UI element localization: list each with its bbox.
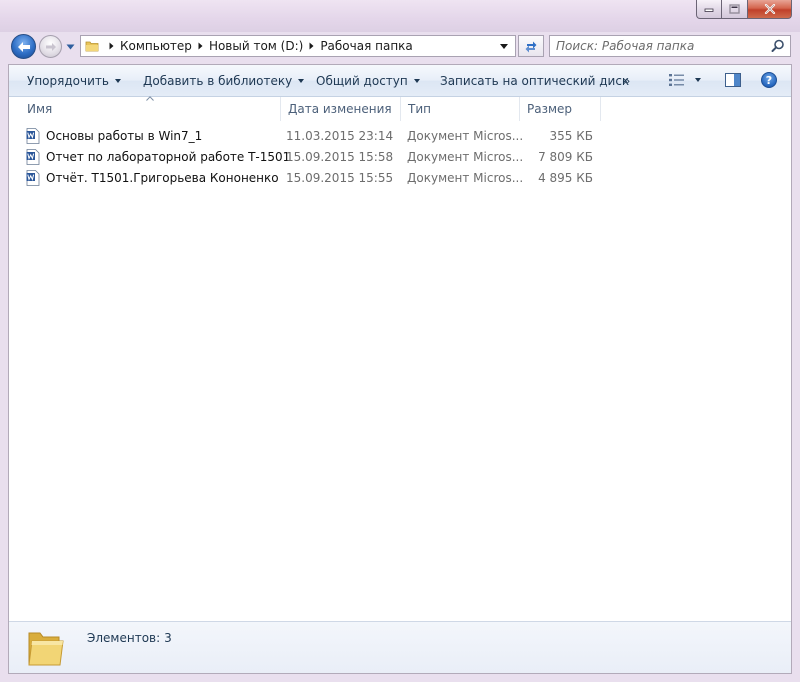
organize-menu[interactable]: Упорядочить xyxy=(27,65,121,96)
file-date: 11.03.2015 23:14 xyxy=(286,129,394,143)
share-label: Общий доступ xyxy=(316,73,408,88)
forward-button[interactable] xyxy=(39,35,62,58)
file-name: Отчёт. Т1501.Григорьева Кононенко xyxy=(46,171,279,185)
burn-label: Записать на оптический диск xyxy=(440,73,630,88)
file-type: Документ Micros... xyxy=(407,129,524,143)
breadcrumb-computer[interactable]: Компьютер xyxy=(120,39,192,53)
breadcrumb-current-folder[interactable]: Рабочая папка xyxy=(320,39,412,53)
view-options-icon[interactable] xyxy=(668,73,686,87)
column-size-label: Размер xyxy=(527,102,573,116)
search-input[interactable] xyxy=(556,38,761,54)
window-controls xyxy=(696,0,792,19)
column-date-label: Дата изменения xyxy=(288,102,392,116)
file-row[interactable]: Основы работы в Win7_1 11.03.2015 23:14 … xyxy=(9,126,791,147)
close-button[interactable] xyxy=(748,0,792,19)
minimize-button[interactable] xyxy=(696,0,722,19)
file-date: 15.09.2015 15:58 xyxy=(286,150,394,164)
chevron-down-icon xyxy=(298,78,305,83)
chevron-down-icon xyxy=(66,44,75,50)
breadcrumb-drive[interactable]: Новый том (D:) xyxy=(209,39,303,53)
column-headers: Имя Дата изменения Тип Размер xyxy=(9,96,791,121)
column-type[interactable]: Тип xyxy=(400,97,520,121)
title-bar xyxy=(0,0,800,32)
file-row[interactable]: Отчет по лабораторной работе Т-1501 15.0… xyxy=(9,147,791,168)
minimize-icon xyxy=(704,8,714,12)
forward-arrow-icon xyxy=(45,42,56,51)
chevron-down-icon xyxy=(413,78,420,83)
back-arrow-icon xyxy=(17,41,30,52)
column-type-label: Тип xyxy=(408,102,431,116)
help-icon[interactable]: ? xyxy=(761,72,777,88)
details-pane: Элементов: 3 xyxy=(9,621,791,673)
breadcrumb-separator-icon[interactable] xyxy=(109,42,114,50)
file-name: Основы работы в Win7_1 xyxy=(46,129,203,143)
column-date[interactable]: Дата изменения xyxy=(280,97,401,121)
maximize-icon xyxy=(729,4,740,14)
word-document-icon xyxy=(26,170,40,186)
search-icon[interactable] xyxy=(771,39,785,53)
file-type: Документ Micros... xyxy=(407,150,524,164)
breadcrumb-separator-icon[interactable] xyxy=(309,42,314,50)
column-size[interactable]: Размер xyxy=(519,97,601,121)
refresh-button[interactable] xyxy=(518,35,544,57)
column-name[interactable]: Имя xyxy=(19,97,281,121)
file-size: 7 809 КБ xyxy=(538,150,593,164)
burn-button[interactable]: Записать на оптический диск xyxy=(440,65,629,96)
column-name-label: Имя xyxy=(27,102,53,116)
address-history-dropdown[interactable] xyxy=(500,41,510,51)
close-icon xyxy=(764,4,775,14)
item-count-value: 3 xyxy=(164,631,172,645)
folder-icon xyxy=(28,632,64,666)
word-document-icon xyxy=(26,128,40,144)
file-size: 355 КБ xyxy=(549,129,593,143)
refresh-icon xyxy=(525,41,537,53)
chevron-down-icon xyxy=(114,78,121,83)
file-name: Отчет по лабораторной работе Т-1501 xyxy=(46,150,291,164)
chevron-down-icon xyxy=(500,43,508,49)
file-size: 4 895 КБ xyxy=(538,171,593,185)
explorer-content: Упорядочить Добавить в библиотеку Общий … xyxy=(8,64,792,674)
file-type: Документ Micros... xyxy=(407,171,524,185)
file-date: 15.09.2015 15:55 xyxy=(286,171,394,185)
address-bar[interactable]: Компьютер Новый том (D:) Рабочая папка xyxy=(80,35,516,57)
more-commands-button[interactable]: » xyxy=(623,65,630,96)
breadcrumb: Компьютер Новый том (D:) Рабочая папка xyxy=(103,39,413,53)
add-to-library-label: Добавить в библиотеку xyxy=(143,73,293,88)
add-to-library-menu[interactable]: Добавить в библиотеку xyxy=(143,65,305,96)
share-menu[interactable]: Общий доступ xyxy=(316,65,420,96)
breadcrumb-separator-icon[interactable] xyxy=(198,42,203,50)
word-document-icon xyxy=(26,149,40,165)
search-box[interactable] xyxy=(549,35,791,57)
recent-pages-dropdown[interactable] xyxy=(65,41,76,53)
maximize-button[interactable] xyxy=(722,0,748,19)
item-count-label: Элементов: xyxy=(87,631,161,645)
command-bar: Упорядочить Добавить в библиотеку Общий … xyxy=(9,65,791,97)
folder-icon xyxy=(85,41,99,52)
item-count: Элементов: 3 xyxy=(87,631,172,645)
view-dropdown-icon[interactable] xyxy=(695,78,701,82)
back-button[interactable] xyxy=(11,34,36,59)
organize-label: Упорядочить xyxy=(27,73,109,88)
preview-pane-icon[interactable] xyxy=(725,73,741,87)
navigation-bar: Компьютер Новый том (D:) Рабочая папка xyxy=(0,32,800,62)
file-row[interactable]: Отчёт. Т1501.Григорьева Кононенко 15.09.… xyxy=(9,168,791,189)
